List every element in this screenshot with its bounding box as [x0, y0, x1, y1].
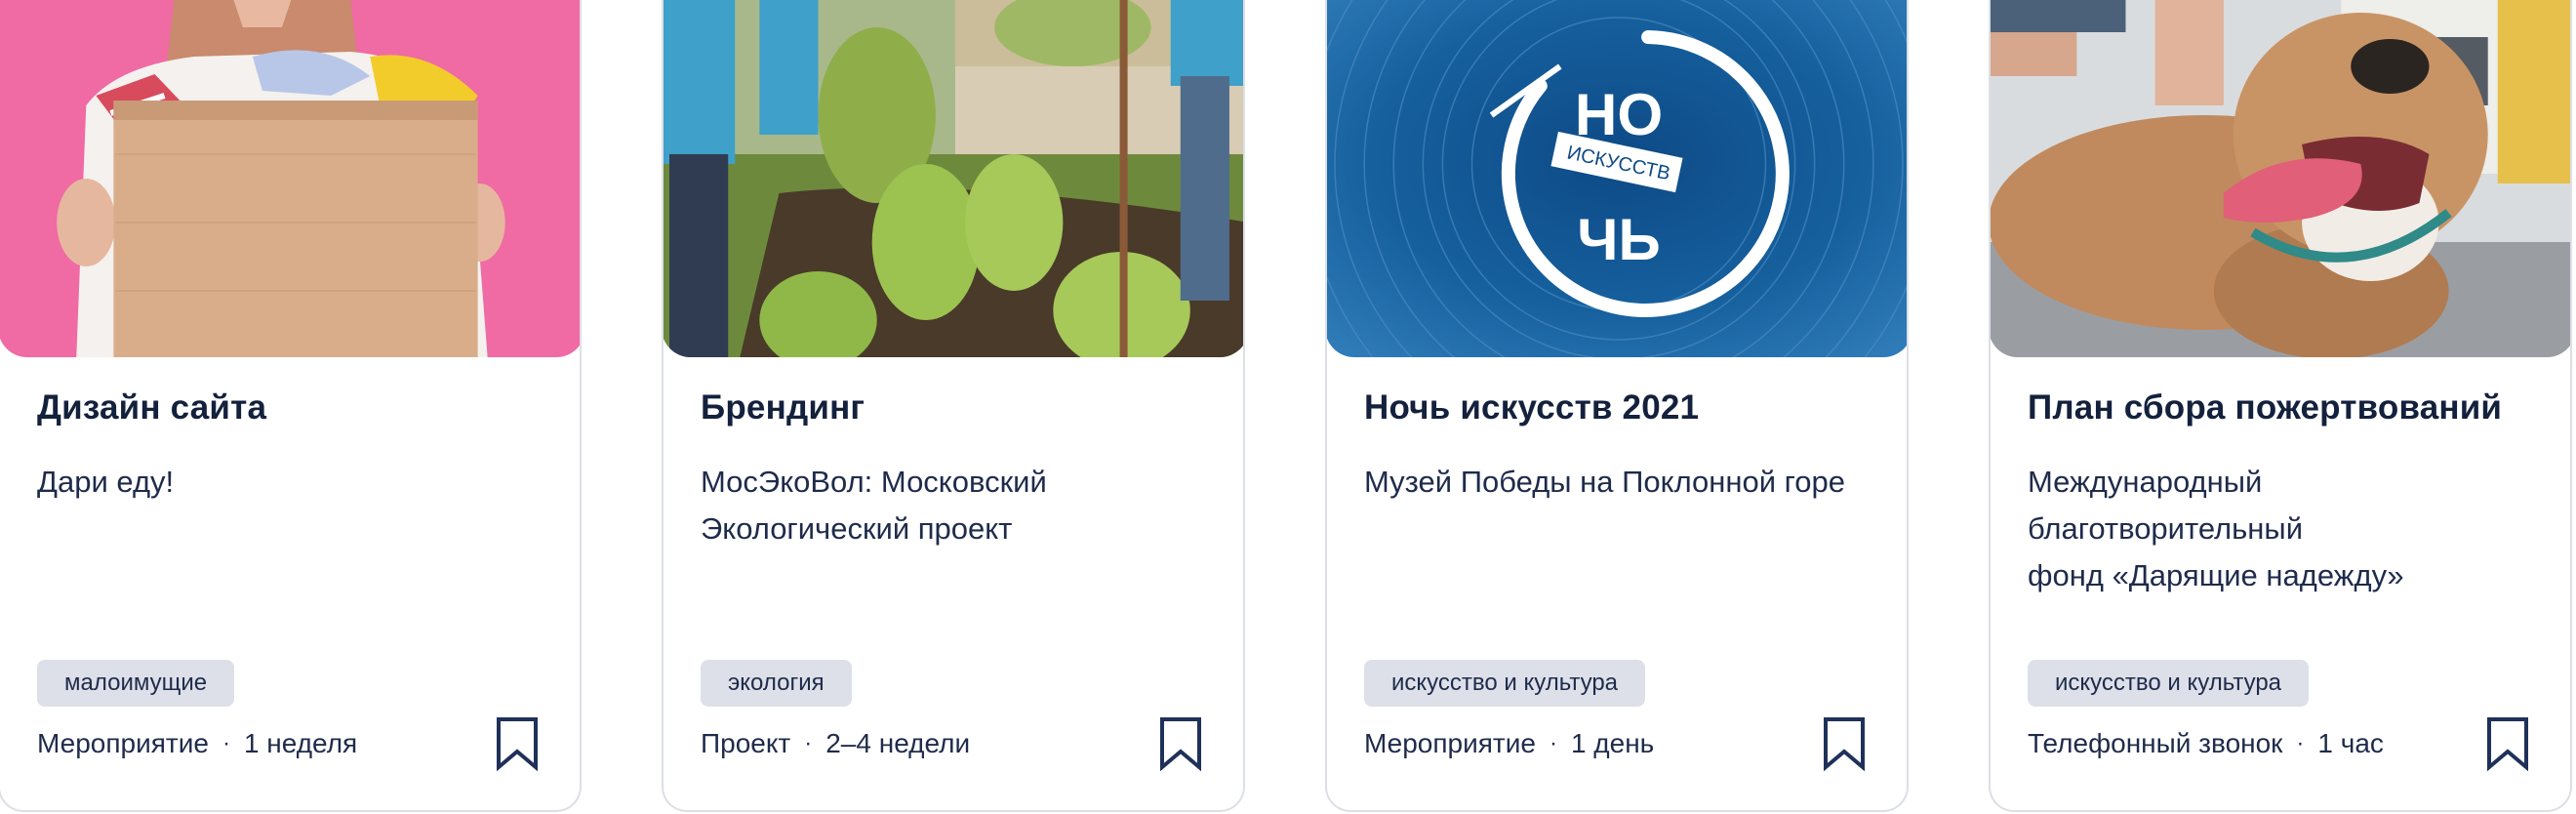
bookmark-icon[interactable] — [1823, 716, 1866, 771]
card-title[interactable]: Ночь искусств 2021 — [1364, 388, 1699, 427]
project-card[interactable]: Брендинг МосЭкоВол: Московский Экологиче… — [662, 0, 1245, 812]
card-image-planting — [664, 0, 1243, 357]
bookmark-icon[interactable] — [2486, 716, 2529, 771]
bookmark-icon[interactable] — [1159, 716, 1202, 771]
card-title[interactable]: Дизайн сайта — [37, 388, 266, 427]
separator-dot: · — [221, 730, 230, 756]
category-tag[interactable]: искусство и культура — [2028, 660, 2310, 707]
card-organization: Музей Победы на Поклонной горе — [1364, 465, 1846, 499]
card-meta: Проект · 2–4 недели — [701, 728, 970, 759]
card-title[interactable]: Брендинг — [701, 388, 865, 427]
logo-text-bottom: ЧЬ — [1577, 207, 1661, 272]
card-image-donation — [0, 0, 580, 357]
category-tag[interactable]: экология — [701, 660, 852, 707]
card-organization: Дари еду! — [37, 465, 175, 499]
logo-text-top: НО — [1575, 82, 1663, 147]
category-tag[interactable]: малоимущие — [37, 660, 235, 707]
card-meta: Мероприятие · 1 неделя — [37, 728, 357, 759]
activity-type: Проект — [701, 728, 791, 758]
separator-dot: · — [804, 730, 813, 756]
activity-duration: 1 день — [1570, 728, 1655, 758]
card-organization: Международный благотворительный фонд «Да… — [2028, 465, 2404, 592]
project-card[interactable]: Дизайн сайта Дари еду! малоимущие Меропр… — [0, 0, 582, 812]
card-meta: Телефонный звонок · 1 час — [2028, 728, 2384, 759]
card-image-night-of-arts: ИСКУССТВ НО ЧЬ — [1327, 0, 1907, 357]
activity-duration: 1 неделя — [243, 728, 358, 758]
card-meta: Мероприятие · 1 день — [1364, 728, 1654, 759]
project-card[interactable]: ИСКУССТВ НО ЧЬ Ночь искусств 2021 Музей … — [1325, 0, 1909, 812]
separator-dot: · — [2296, 730, 2305, 756]
activity-duration: 2–4 недели — [825, 728, 971, 758]
category-tag[interactable]: искусство и культура — [1364, 660, 1646, 707]
activity-type: Телефонный звонок — [2028, 728, 2283, 758]
bookmark-icon[interactable] — [496, 716, 539, 771]
project-card[interactable]: План сбора пожертвований Международный б… — [1989, 0, 2572, 812]
activity-duration: 1 час — [2317, 728, 2384, 758]
activity-type: Мероприятие — [1364, 728, 1536, 758]
card-organization: МосЭкоВол: Московский Экологический прое… — [701, 465, 1047, 546]
card-image-dog — [1991, 0, 2570, 357]
activity-type: Мероприятие — [37, 728, 209, 758]
separator-dot: · — [1549, 730, 1557, 756]
card-title[interactable]: План сбора пожертвований — [2028, 388, 2502, 427]
